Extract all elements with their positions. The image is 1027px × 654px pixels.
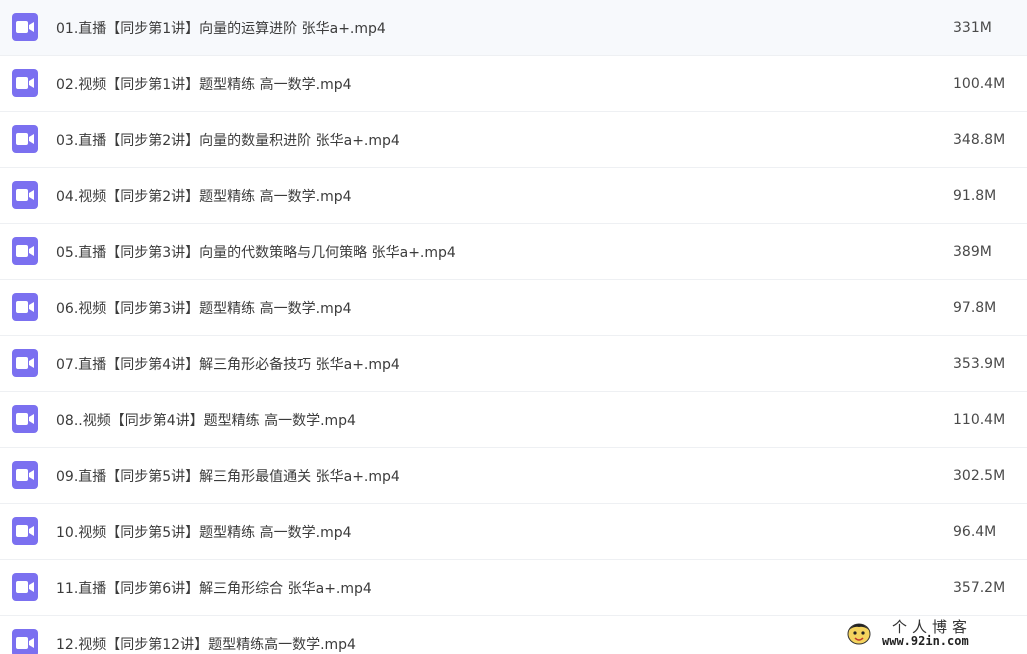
video-file-icon [12, 125, 38, 153]
file-name: 11.直播【同步第6讲】解三角形综合 张华a+.mp4 [56, 580, 372, 597]
file-row[interactable]: 02.视频【同步第1讲】题型精练 高一数学.mp4 100.4M [0, 56, 1027, 112]
cartoon-avatar-icon [847, 623, 871, 645]
file-name: 08..视频【同步第4讲】题型精练 高一数学.mp4 [56, 412, 356, 429]
file-row[interactable]: 07.直播【同步第4讲】解三角形必备技巧 张华a+.mp4 353.9M [0, 336, 1027, 392]
file-row[interactable]: 05.直播【同步第3讲】向量的代数策略与几何策略 张华a+.mp4 389M [0, 224, 1027, 280]
video-file-icon [12, 293, 38, 321]
blog-watermark: 个人博客 www.92in.com [844, 616, 1019, 650]
file-size: 97.8M [953, 299, 997, 316]
file-list: 01.直播【同步第1讲】向量的运算进阶 张华a+.mp4 331M 02.视频【… [0, 0, 1027, 654]
video-file-icon [12, 69, 38, 97]
file-size: 389M [953, 243, 992, 260]
file-row[interactable]: 11.直播【同步第6讲】解三角形综合 张华a+.mp4 357.2M [0, 560, 1027, 616]
video-file-icon [12, 405, 38, 433]
file-name: 04.视频【同步第2讲】题型精练 高一数学.mp4 [56, 188, 352, 205]
video-file-icon [12, 517, 38, 545]
video-file-icon [12, 461, 38, 489]
file-size: 357.2M [953, 579, 1006, 596]
file-size: 302.5M [953, 467, 1006, 484]
file-name: 09.直播【同步第5讲】解三角形最值通关 张华a+.mp4 [56, 468, 400, 485]
file-size: 110.4M [953, 411, 1006, 428]
video-file-icon [12, 349, 38, 377]
file-size: 91.8M [953, 187, 997, 204]
file-row[interactable]: 06.视频【同步第3讲】题型精练 高一数学.mp4 97.8M [0, 280, 1027, 336]
video-file-icon [12, 13, 38, 41]
file-name: 03.直播【同步第2讲】向量的数量积进阶 张华a+.mp4 [56, 132, 400, 149]
file-name: 10.视频【同步第5讲】题型精练 高一数学.mp4 [56, 524, 352, 541]
video-file-icon [12, 573, 38, 601]
file-size: 331M [953, 19, 992, 36]
file-row[interactable]: 04.视频【同步第2讲】题型精练 高一数学.mp4 91.8M [0, 168, 1027, 224]
file-row[interactable]: 01.直播【同步第1讲】向量的运算进阶 张华a+.mp4 331M [0, 0, 1027, 56]
file-size: 353.9M [953, 355, 1006, 372]
file-name: 05.直播【同步第3讲】向量的代数策略与几何策略 张华a+.mp4 [56, 244, 456, 261]
video-file-icon [12, 629, 38, 654]
file-name: 07.直播【同步第4讲】解三角形必备技巧 张华a+.mp4 [56, 356, 400, 373]
file-size: 100.4M [953, 75, 1006, 92]
file-size: 348.8M [953, 131, 1006, 148]
file-row[interactable]: 09.直播【同步第5讲】解三角形最值通关 张华a+.mp4 302.5M [0, 448, 1027, 504]
file-name: 12.视频【同步第12讲】题型精练高一数学.mp4 [56, 636, 356, 653]
file-size: 96.4M [953, 523, 997, 540]
file-row[interactable]: 08..视频【同步第4讲】题型精练 高一数学.mp4 110.4M [0, 392, 1027, 448]
file-name: 06.视频【同步第3讲】题型精练 高一数学.mp4 [56, 300, 352, 317]
video-file-icon [12, 181, 38, 209]
file-row[interactable]: 10.视频【同步第5讲】题型精练 高一数学.mp4 96.4M [0, 504, 1027, 560]
file-row[interactable]: 03.直播【同步第2讲】向量的数量积进阶 张华a+.mp4 348.8M [0, 112, 1027, 168]
file-name: 02.视频【同步第1讲】题型精练 高一数学.mp4 [56, 76, 352, 93]
watermark-url: www.92in.com [882, 634, 969, 648]
video-file-icon [12, 237, 38, 265]
file-name: 01.直播【同步第1讲】向量的运算进阶 张华a+.mp4 [56, 20, 386, 37]
